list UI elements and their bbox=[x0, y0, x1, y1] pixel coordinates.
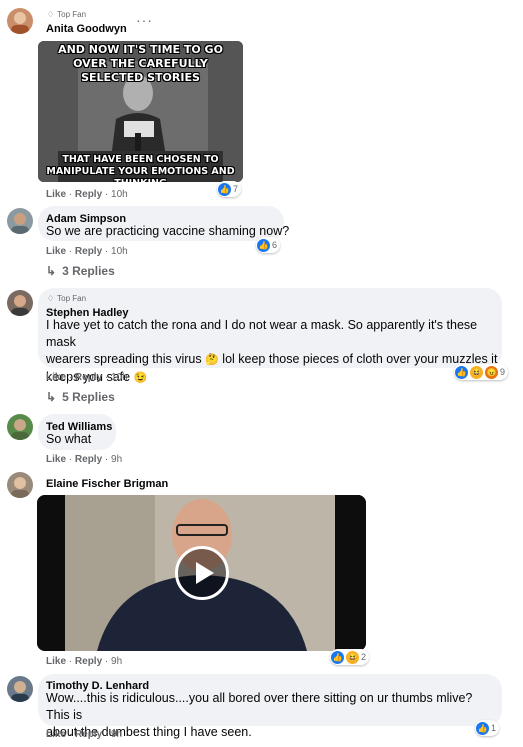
timestamp[interactable]: 10h bbox=[111, 372, 128, 383]
like-icon: 👍 bbox=[455, 365, 468, 379]
diamond-icon: ♢ bbox=[47, 294, 55, 303]
wink-emoji-icon: 😉 bbox=[133, 372, 148, 384]
meme-top-text: AND NOW IT'S TIME TO GO OVER THE CAREFUL… bbox=[58, 43, 223, 84]
comment-author[interactable]: Anita Goodwyn bbox=[46, 23, 127, 35]
avatar[interactable] bbox=[7, 414, 33, 440]
reaction-summary[interactable]: 👍 😆 2 bbox=[330, 649, 370, 665]
comment-actions: Like · Reply · 10h bbox=[46, 372, 128, 383]
meme-image[interactable]: AND NOW IT'S TIME TO GO OVER THE CAREFUL… bbox=[38, 41, 243, 182]
reaction-summary[interactable]: 👍 6 bbox=[256, 237, 281, 253]
like-button[interactable]: Like bbox=[46, 189, 66, 200]
reaction-summary[interactable]: 👍 7 bbox=[217, 181, 242, 197]
reply-button[interactable]: Reply bbox=[75, 729, 102, 740]
reaction-summary[interactable]: 👍 😆 😠 9 bbox=[454, 364, 509, 380]
like-button[interactable]: Like bbox=[46, 454, 66, 465]
reply-arrow-icon: ↳ bbox=[46, 264, 57, 278]
avatar[interactable] bbox=[7, 8, 33, 34]
timestamp[interactable]: 10h bbox=[111, 246, 128, 257]
comment-author[interactable]: Elaine Fischer Brigman bbox=[46, 478, 168, 490]
reply-button[interactable]: Reply bbox=[75, 246, 102, 257]
like-icon: 👍 bbox=[331, 650, 344, 664]
like-icon: 👍 bbox=[476, 721, 489, 735]
more-dots-icon[interactable]: ··· bbox=[136, 12, 153, 28]
view-replies-link[interactable]: ↳ 5 Replies bbox=[46, 390, 115, 404]
top-fan-badge: ♢ Top Fan bbox=[47, 294, 87, 303]
diamond-icon: ♢ bbox=[47, 10, 55, 19]
timestamp[interactable]: 10h bbox=[111, 189, 128, 200]
timestamp[interactable]: 9h bbox=[111, 454, 122, 465]
comment-actions: Like · Reply · 9h bbox=[46, 454, 123, 465]
like-button[interactable]: Like bbox=[46, 729, 66, 740]
reply-button[interactable]: Reply bbox=[75, 656, 102, 667]
play-icon[interactable] bbox=[175, 546, 229, 600]
like-icon: 👍 bbox=[218, 182, 231, 196]
avatar[interactable] bbox=[7, 472, 33, 498]
comment-text: So we are practicing vaccine shaming now… bbox=[46, 224, 290, 238]
avatar[interactable] bbox=[7, 208, 33, 234]
avatar[interactable] bbox=[7, 676, 33, 702]
reply-button[interactable]: Reply bbox=[75, 454, 102, 465]
haha-icon: 😆 bbox=[470, 365, 483, 379]
thinking-emoji-icon: 🤔 bbox=[205, 354, 219, 366]
reply-arrow-icon: ↳ bbox=[46, 390, 57, 404]
timestamp[interactable]: 9h bbox=[111, 656, 122, 667]
reply-button[interactable]: Reply bbox=[75, 372, 102, 383]
comment-actions: Like · Reply · 10h bbox=[46, 189, 128, 200]
reaction-summary[interactable]: 👍 1 bbox=[475, 720, 500, 736]
comment-actions: Like · Reply · 9h bbox=[46, 656, 123, 667]
meme-bottom-text: THAT HAVE BEEN CHOSEN TO MANIPULATE YOUR… bbox=[46, 154, 235, 182]
like-button[interactable]: Like bbox=[46, 656, 66, 667]
angry-icon: 😠 bbox=[485, 365, 498, 379]
reply-button[interactable]: Reply bbox=[75, 189, 102, 200]
haha-icon: 😆 bbox=[346, 650, 359, 664]
like-button[interactable]: Like bbox=[46, 246, 66, 257]
comment-actions: Like · Reply · 9h bbox=[46, 729, 123, 740]
like-icon: 👍 bbox=[257, 238, 270, 252]
top-fan-badge: ♢ Top Fan bbox=[47, 10, 87, 19]
avatar[interactable] bbox=[7, 290, 33, 316]
comment-actions: Like · Reply · 10h bbox=[46, 246, 128, 257]
video-thumbnail[interactable] bbox=[37, 495, 366, 651]
timestamp[interactable]: 9h bbox=[111, 729, 122, 740]
view-replies-link[interactable]: ↳ 3 Replies bbox=[46, 264, 115, 278]
like-button[interactable]: Like bbox=[46, 372, 66, 383]
comment-text: So what bbox=[46, 432, 92, 446]
